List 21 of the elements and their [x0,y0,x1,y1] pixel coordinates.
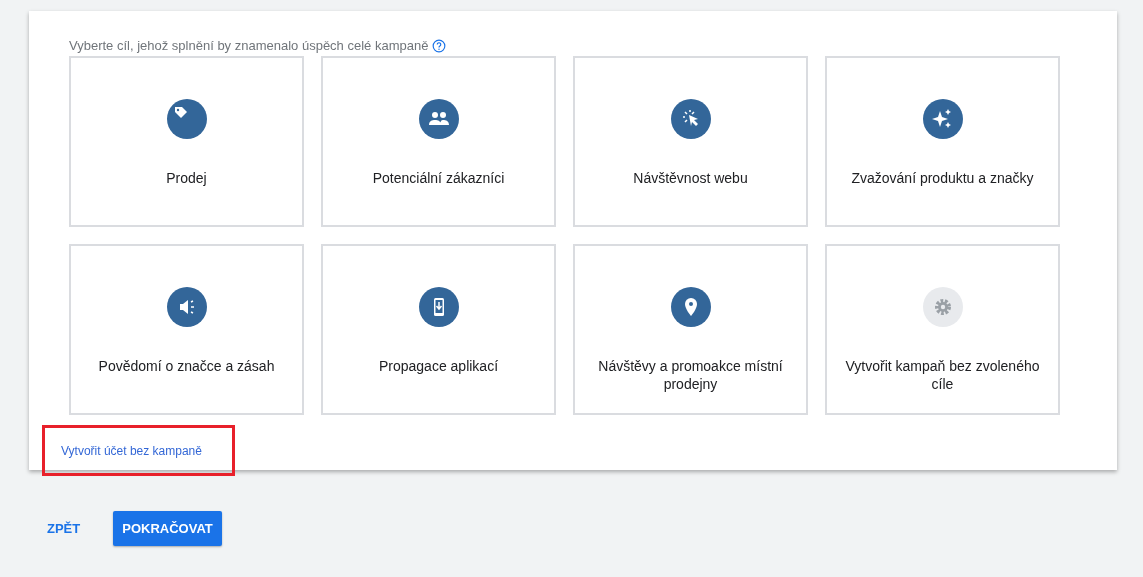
goal-label: Vytvořit kampaň bez zvoleného cíle [844,357,1041,393]
goal-card[interactable]: Zvažování produktu a značky [825,56,1060,227]
goal-card[interactable]: Návštěvy a promoakce místní prodejny [573,244,808,415]
goal-label: Propagace aplikací [377,357,500,375]
help-icon[interactable] [432,39,447,53]
create-account-link[interactable]: Vytvořit účet bez kampaně [61,441,202,460]
goal-label: Povědomí o značce a zásah [97,357,276,375]
continue-button[interactable]: POKRAČOVAT [113,511,222,546]
goal-label: Potenciální zákazníci [371,169,506,187]
goal-card[interactable]: Prodej [69,56,304,227]
goal-label: Návštěvy a promoakce místní prodejny [597,357,784,393]
goal-card[interactable]: Propagace aplikací [321,244,556,415]
goal-card[interactable]: Vytvořit kampaň bez zvoleného cíle [825,244,1060,415]
goal-label: Návštěvnost webu [632,169,749,187]
prompt-text: Vyberte cíl, jehož splnění by znamenalo úspěch celé kampaně [69,37,429,56]
back-button[interactable]: ZPĚT [37,511,91,546]
goal-label: Zvažování produktu a značky [850,169,1035,187]
goal-card[interactable]: Návštěvnost webu [573,56,808,227]
goal-card[interactable]: Potenciální zákazníci [321,56,556,227]
goal-label: Prodej [165,169,208,187]
goal-card[interactable]: Povědomí o značce a zásah [69,244,304,415]
